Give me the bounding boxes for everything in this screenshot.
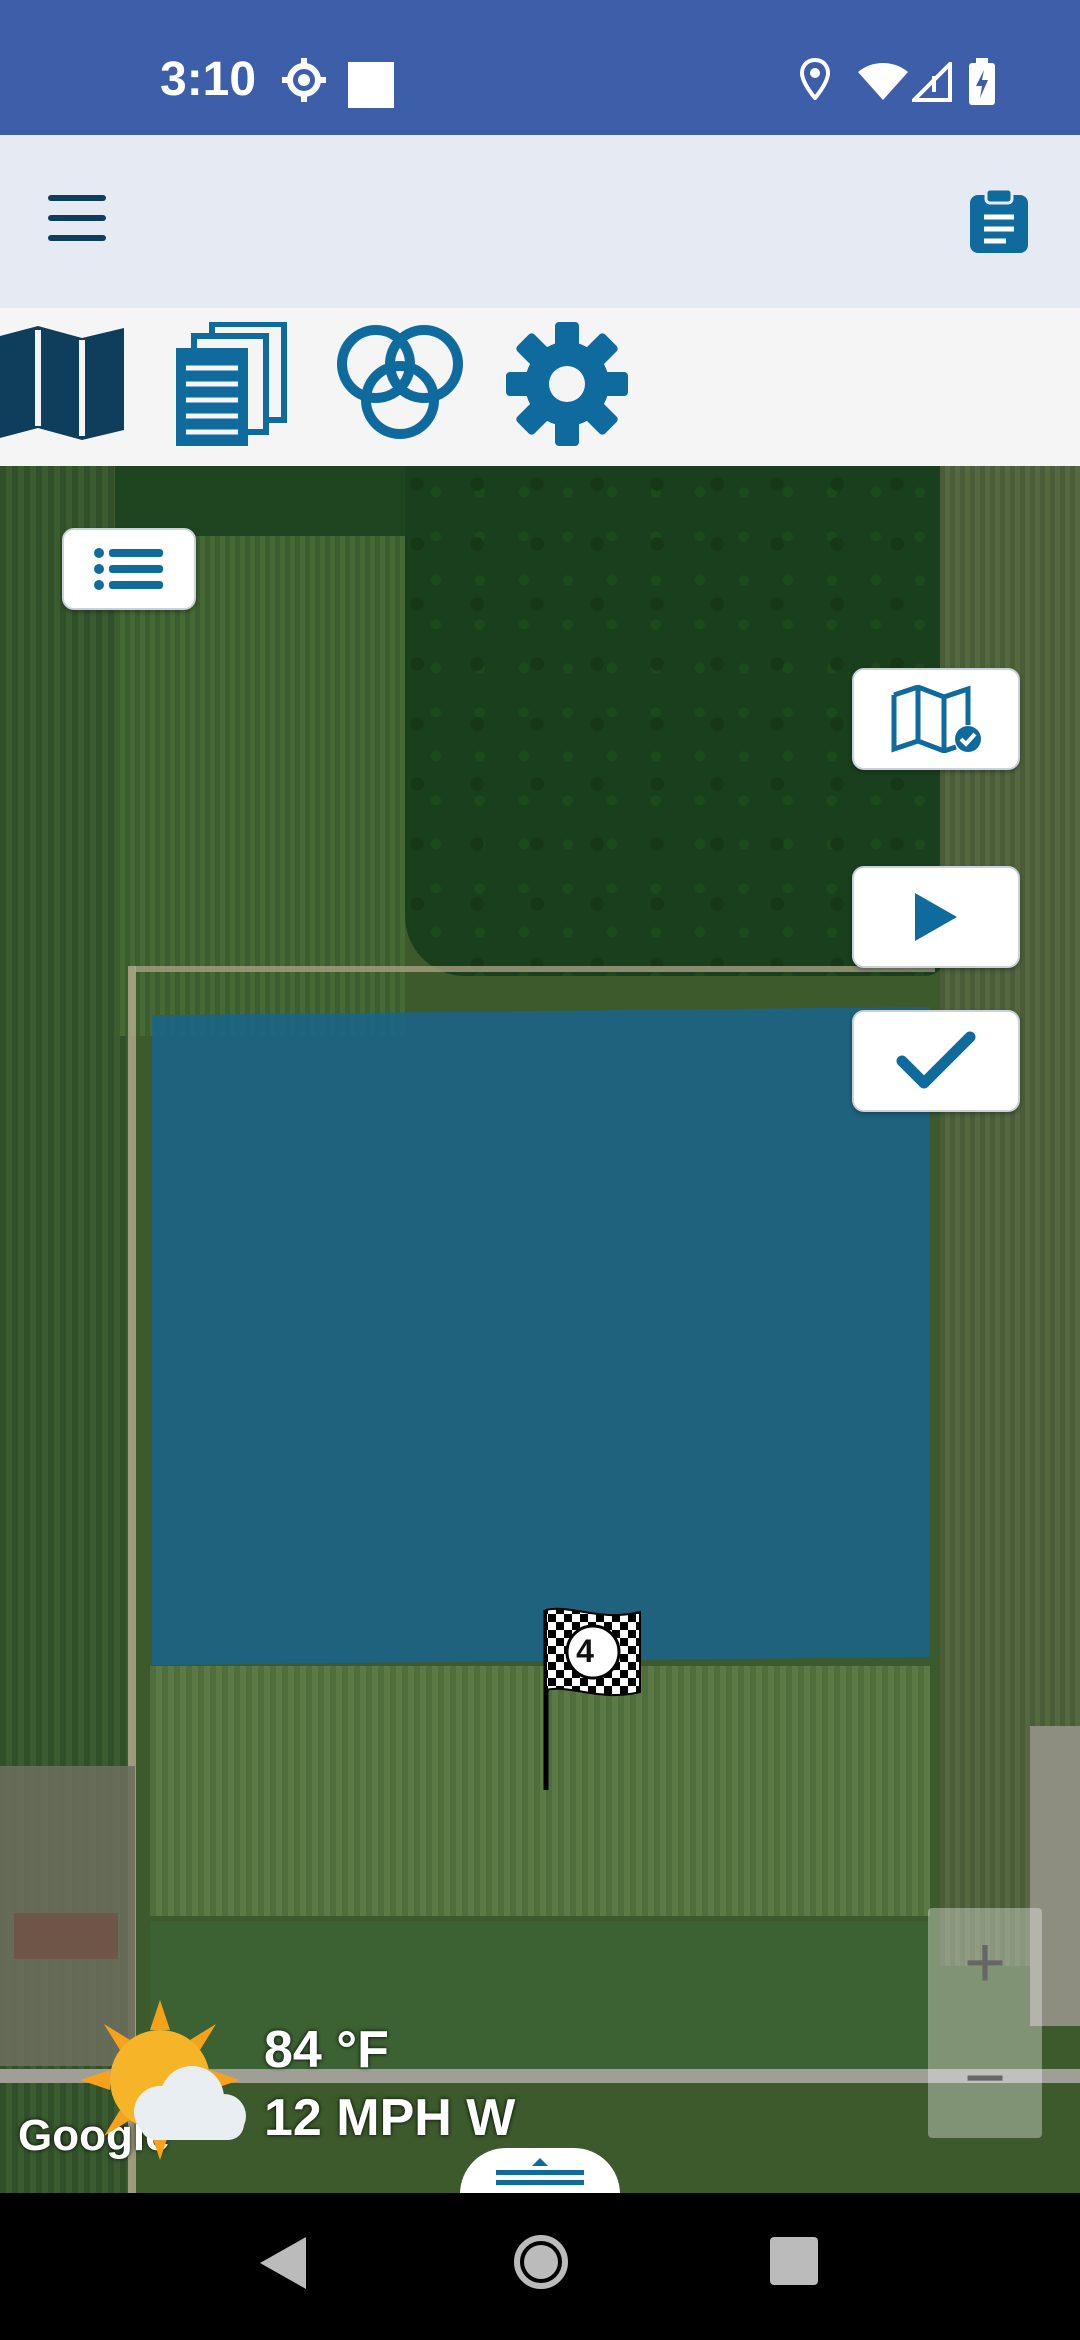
- bottom-drawer-handle[interactable]: [460, 2148, 620, 2194]
- map-forest: [115, 466, 415, 536]
- layers-list-button[interactable]: [62, 528, 196, 610]
- zoom-in-button[interactable]: +: [928, 1908, 1042, 2023]
- battery-charging-icon: [968, 58, 996, 111]
- rings-icon[interactable]: [336, 322, 464, 452]
- field-boundary-polygon[interactable]: [152, 1006, 930, 1666]
- home-icon[interactable]: [512, 2233, 570, 2296]
- system-nav-bar: [0, 2193, 1080, 2340]
- documents-icon[interactable]: [172, 321, 288, 452]
- map-icon[interactable]: [0, 326, 125, 456]
- wind-text: 12 MPH W: [264, 2089, 516, 2147]
- settings-gear-icon[interactable]: [506, 322, 628, 452]
- square-notification-icon: [348, 62, 394, 113]
- signal-icon: [909, 59, 952, 107]
- map-barn: [14, 1913, 118, 1959]
- map-select-button[interactable]: [852, 668, 1020, 770]
- temperature-text: 84 °F: [264, 2021, 389, 2079]
- partly-sunny-icon: [80, 2000, 260, 2175]
- list-icon: [94, 548, 163, 590]
- map-checked-icon: [891, 685, 981, 753]
- zoom-controls: + −: [928, 1908, 1042, 2138]
- wifi-icon: [858, 62, 908, 107]
- app-bar: [0, 135, 1080, 308]
- gear-settings-icon: [282, 58, 326, 107]
- checkmark-icon: [896, 1031, 976, 1089]
- flag-marker[interactable]: 4: [540, 1606, 644, 1797]
- satellite-map[interactable]: 4 Google: [0, 466, 1080, 2193]
- status-time: 3:10: [160, 53, 257, 106]
- weather-overlay[interactable]: 84 °F 12 MPH W: [80, 2000, 560, 2170]
- clipboard-icon[interactable]: [968, 187, 1038, 263]
- back-icon[interactable]: [258, 2235, 308, 2296]
- play-icon: [915, 893, 957, 941]
- play-button[interactable]: [852, 866, 1020, 968]
- zoom-out-button[interactable]: −: [928, 2023, 1042, 2138]
- confirm-button[interactable]: [852, 1010, 1020, 1112]
- hamburger-menu-icon[interactable]: [48, 195, 118, 255]
- status-bar: 3:10: [0, 0, 1080, 135]
- tool-row: [0, 308, 1080, 466]
- location-icon: [799, 57, 831, 105]
- flag-number: 4: [576, 1633, 594, 1669]
- chevron-up-icon: [496, 2158, 584, 2185]
- map-road: [135, 966, 935, 972]
- recents-icon[interactable]: [770, 2237, 818, 2290]
